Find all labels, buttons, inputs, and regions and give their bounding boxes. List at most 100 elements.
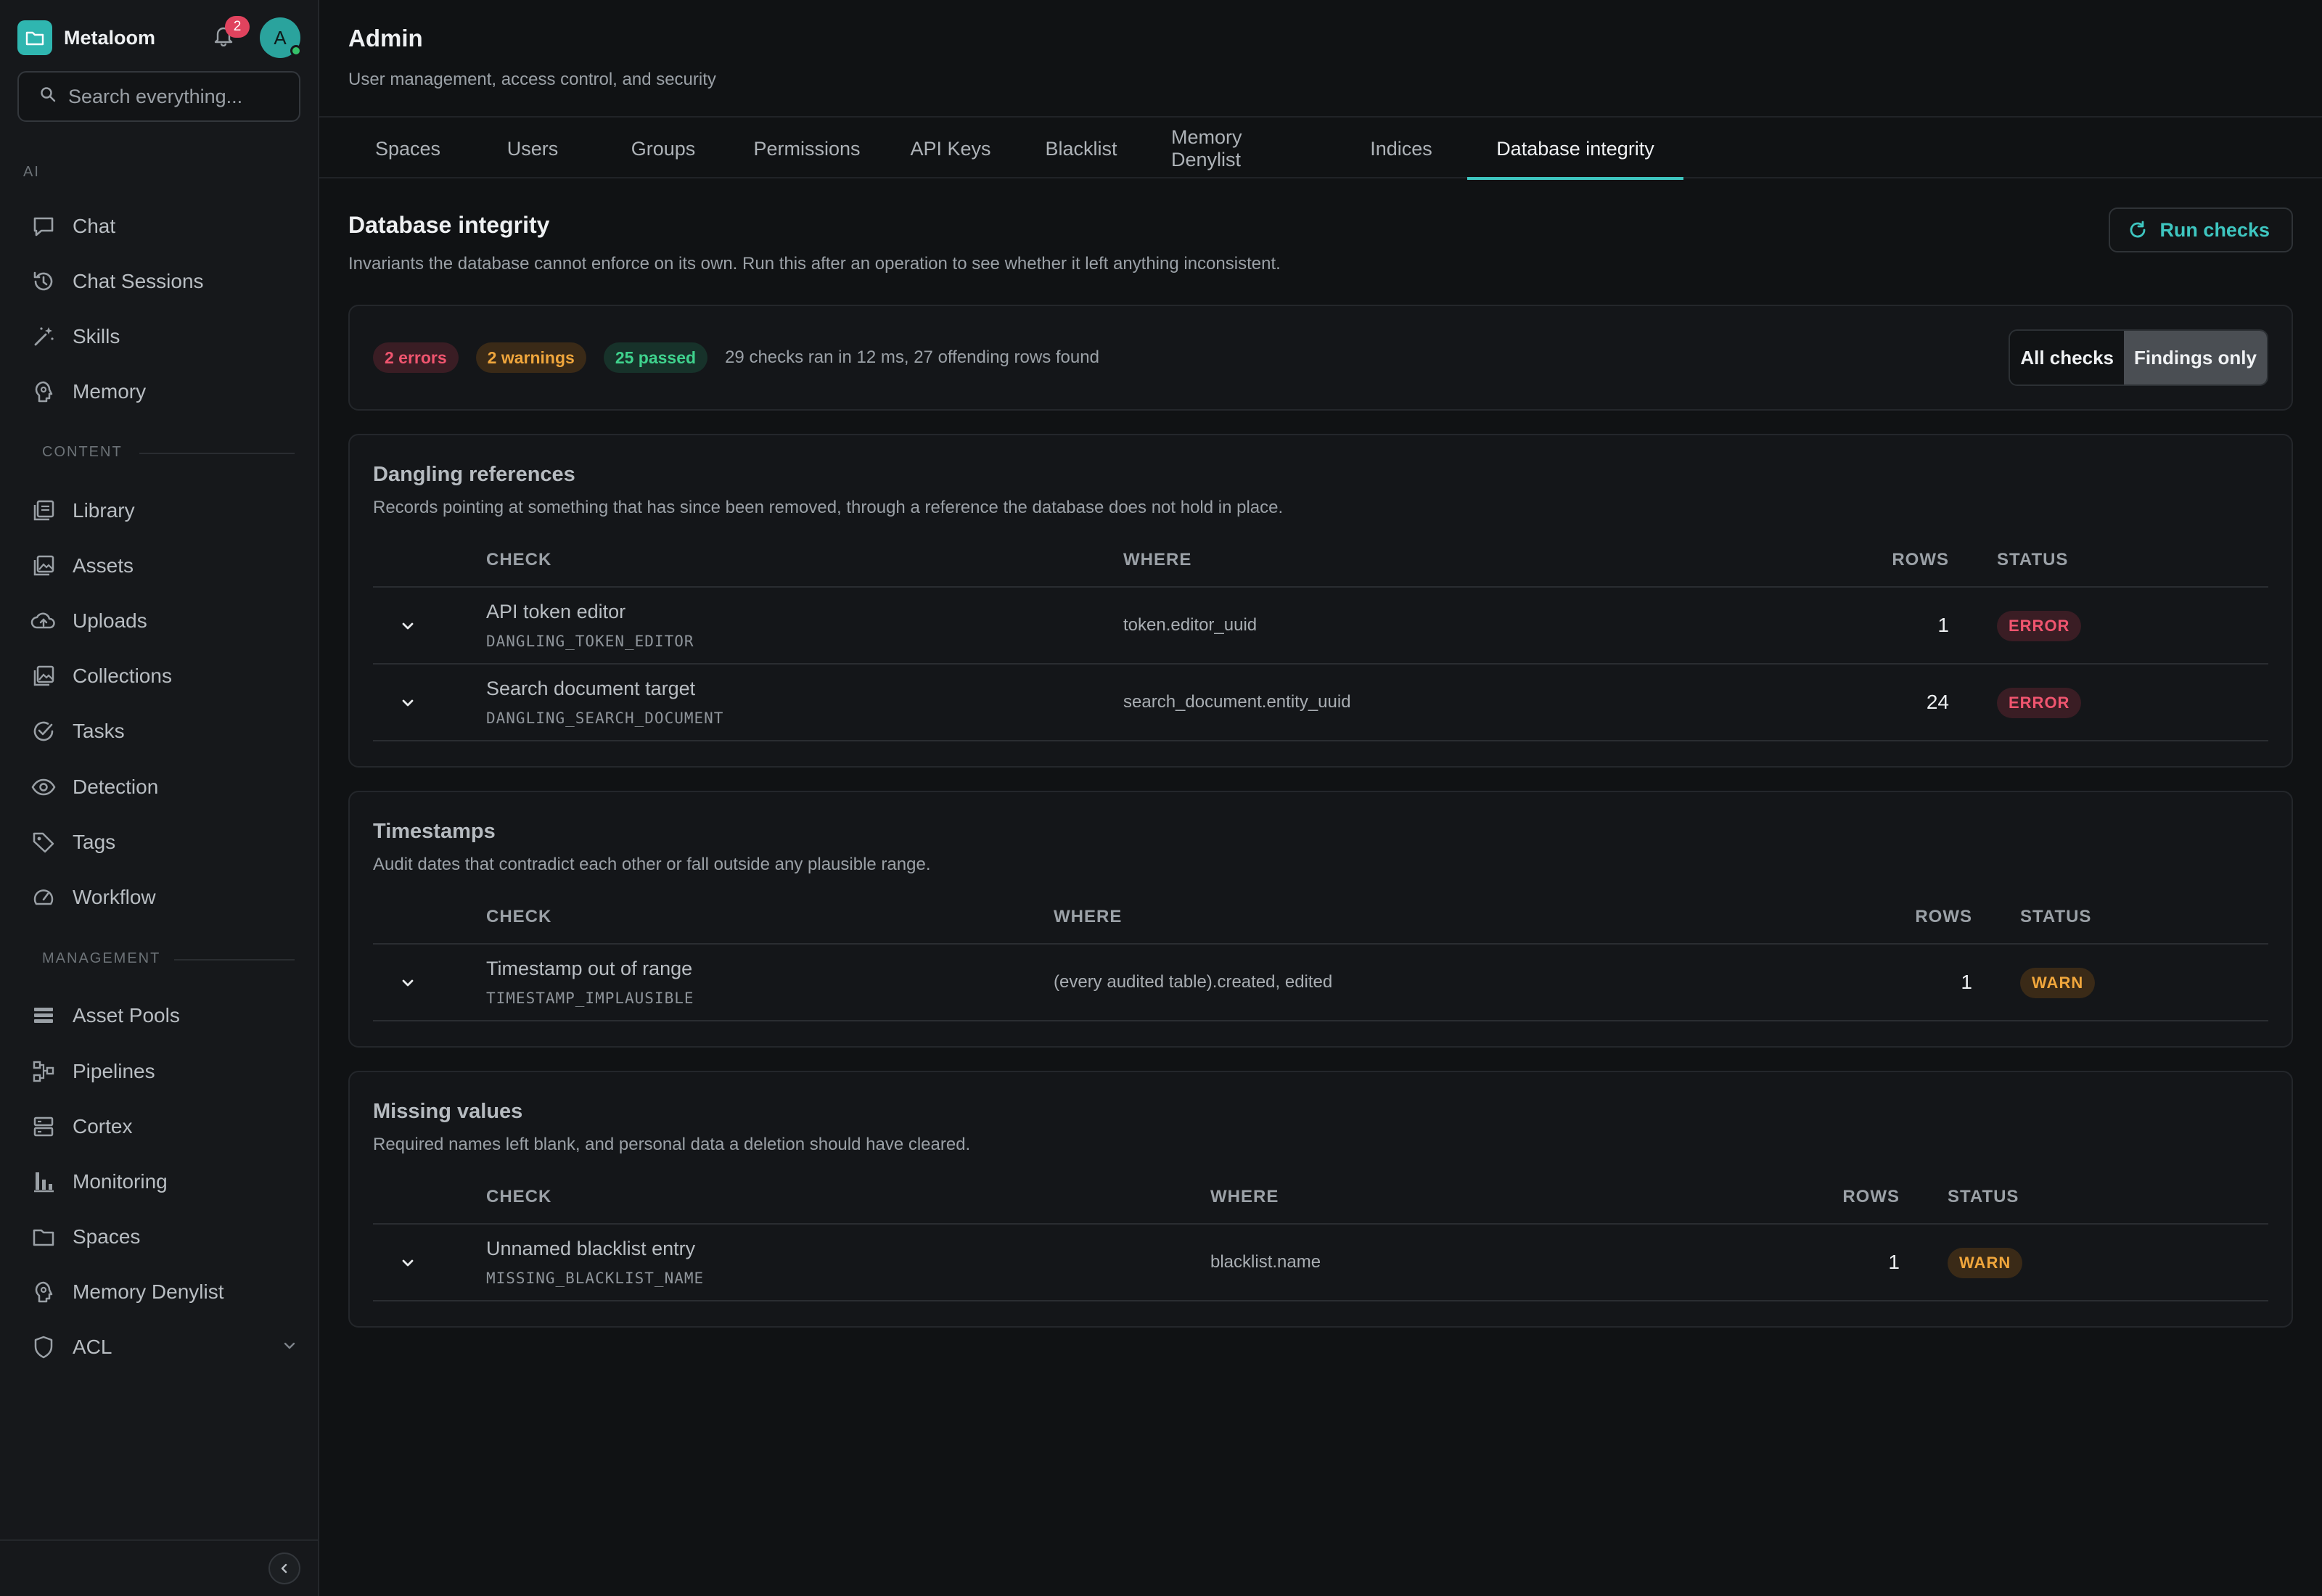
chat-icon bbox=[29, 212, 58, 241]
group-title: Timestamps bbox=[373, 820, 496, 843]
chevron-down-icon[interactable] bbox=[282, 1336, 298, 1359]
sidebar-item-library[interactable]: Library bbox=[29, 489, 298, 532]
sidebar-item-asset-pools[interactable]: Asset Pools bbox=[29, 994, 298, 1037]
group-card-dangling-references: Dangling references Records pointing at … bbox=[348, 434, 2293, 768]
all-checks-button[interactable]: All checks bbox=[2010, 331, 2124, 384]
sidebar-item-uploads[interactable]: Uploads bbox=[29, 599, 298, 643]
sidebar-item-label: Cortex bbox=[73, 1115, 133, 1138]
column-header-rows: ROWS bbox=[1892, 550, 1949, 569]
sidebar: Metaloom 2 A AI Chat bbox=[0, 0, 319, 1596]
notification-badge: 2 bbox=[225, 16, 250, 38]
errors-count-badge: 2 errors bbox=[373, 342, 459, 373]
section-label-content: CONTENT bbox=[42, 444, 123, 460]
section-label-management: MANAGEMENT bbox=[42, 950, 161, 966]
main-content: Admin User management, access control, a… bbox=[319, 0, 2322, 1596]
group-description: Audit dates that contradict each other o… bbox=[373, 855, 931, 874]
check-where: search_document.entity_uuid bbox=[1123, 692, 1351, 712]
sidebar-item-skills[interactable]: Skills bbox=[29, 315, 298, 358]
check-name: API token editor bbox=[486, 601, 626, 622]
expand-row-chevron-icon[interactable] bbox=[393, 968, 422, 998]
status-badge: WARN bbox=[1948, 1248, 2023, 1278]
table-row[interactable]: Search document target DANGLING_SEARCH_D… bbox=[373, 665, 2268, 741]
sidebar-item-label: Spaces bbox=[73, 1225, 141, 1248]
column-header-check: CHECK bbox=[486, 1187, 552, 1206]
check-row-count: 1 bbox=[1888, 1251, 1900, 1273]
tab-permissions[interactable]: Permissions bbox=[729, 119, 885, 178]
check-code: DANGLING_TOKEN_EDITOR bbox=[486, 633, 694, 650]
section-label-ai: AI bbox=[23, 164, 40, 180]
column-header-check: CHECK bbox=[486, 550, 552, 569]
table-row[interactable]: Unnamed blacklist entry MISSING_BLACKLIS… bbox=[373, 1225, 2268, 1301]
brand-row: Metaloom 2 A bbox=[17, 16, 302, 58]
sidebar-item-chat[interactable]: Chat bbox=[29, 205, 298, 248]
pipeline-icon bbox=[29, 1057, 58, 1086]
sidebar-item-collections[interactable]: Collections bbox=[29, 654, 298, 698]
check-name: Search document target bbox=[486, 678, 696, 699]
run-checks-label: Run checks bbox=[2159, 218, 2270, 241]
tab-memory-denylist[interactable]: Memory Denylist bbox=[1146, 119, 1335, 178]
sidebar-item-detection[interactable]: Detection bbox=[29, 765, 298, 809]
group-description: Required names left blank, and personal … bbox=[373, 1135, 971, 1154]
sidebar-item-pipelines[interactable]: Pipelines bbox=[29, 1050, 298, 1093]
sidebar-item-label: Memory Denylist bbox=[73, 1280, 224, 1303]
tab-users[interactable]: Users bbox=[467, 119, 598, 178]
brand-name[interactable]: Metaloom bbox=[64, 27, 155, 49]
run-checks-button[interactable]: Run checks bbox=[2109, 207, 2293, 252]
sidebar-item-label: Detection bbox=[73, 776, 159, 798]
sidebar-item-spaces[interactable]: Spaces bbox=[29, 1215, 298, 1259]
check-where: blacklist.name bbox=[1210, 1252, 1321, 1272]
summary-text: 29 checks ran in 12 ms, 27 offending row… bbox=[725, 347, 1099, 367]
pool-icon bbox=[29, 1001, 58, 1030]
group-card-timestamps: Timestamps Audit dates that contradict e… bbox=[348, 791, 2293, 1048]
check-where: (every audited table).created, edited bbox=[1054, 972, 1333, 992]
search-input[interactable] bbox=[68, 85, 286, 108]
cloud-upload-icon bbox=[29, 606, 58, 635]
sidebar-item-tags[interactable]: Tags bbox=[29, 820, 298, 864]
table-row[interactable]: Timestamp out of range TIMESTAMP_IMPLAUS… bbox=[373, 945, 2268, 1021]
column-header-status: STATUS bbox=[1948, 1187, 2019, 1206]
expand-row-chevron-icon[interactable] bbox=[393, 688, 422, 717]
section-description: Invariants the database cannot enforce o… bbox=[348, 254, 1281, 273]
status-badge: WARN bbox=[2020, 968, 2096, 998]
check-row-count: 1 bbox=[1937, 614, 1949, 636]
sidebar-item-cortex[interactable]: Cortex bbox=[29, 1105, 298, 1148]
table-header: CHECK WHERE ROWS STATUS bbox=[373, 1167, 2268, 1225]
avatar[interactable]: A bbox=[260, 17, 302, 58]
expand-row-chevron-icon[interactable] bbox=[393, 612, 422, 641]
tab-api-keys[interactable]: API Keys bbox=[885, 119, 1016, 178]
section-divider bbox=[139, 453, 295, 454]
sidebar-item-acl[interactable]: ACL bbox=[29, 1325, 298, 1369]
sidebar-item-label: ACL bbox=[73, 1336, 112, 1358]
expand-row-chevron-icon[interactable] bbox=[393, 1249, 422, 1278]
notifications-button[interactable]: 2 bbox=[206, 16, 250, 55]
table-row[interactable]: API token editor DANGLING_TOKEN_EDITOR t… bbox=[373, 588, 2268, 665]
search-box[interactable] bbox=[17, 71, 300, 122]
library-icon bbox=[29, 496, 58, 525]
collapse-sidebar-button[interactable] bbox=[268, 1552, 300, 1584]
sidebar-item-label: Monitoring bbox=[73, 1170, 168, 1193]
sidebar-item-memory[interactable]: Memory bbox=[29, 370, 298, 414]
tab-database-integrity[interactable]: Database integrity bbox=[1467, 119, 1683, 180]
tab-groups[interactable]: Groups bbox=[598, 119, 729, 178]
tab-indices[interactable]: Indices bbox=[1335, 119, 1467, 178]
admin-tabs: Spaces Users Groups Permissions API Keys… bbox=[319, 119, 2322, 180]
table-header: CHECK WHERE ROWS STATUS bbox=[373, 887, 2268, 945]
sidebar-item-tasks[interactable]: Tasks bbox=[29, 709, 298, 753]
sidebar-item-chat-sessions[interactable]: Chat Sessions bbox=[29, 260, 298, 303]
server-icon bbox=[29, 1112, 58, 1141]
sidebar-item-assets[interactable]: Assets bbox=[29, 544, 298, 588]
refresh-icon bbox=[2128, 220, 2148, 240]
check-row-count: 1 bbox=[1961, 971, 1972, 993]
tab-spaces[interactable]: Spaces bbox=[348, 119, 467, 178]
sidebar-item-workflow[interactable]: Workflow bbox=[29, 876, 298, 919]
folder-logo-icon[interactable] bbox=[17, 20, 52, 55]
sidebar-item-memory-denylist[interactable]: Memory Denylist bbox=[29, 1270, 298, 1314]
sidebar-item-label: Uploads bbox=[73, 609, 147, 632]
warnings-count-badge: 2 warnings bbox=[475, 342, 586, 373]
tab-blacklist[interactable]: Blacklist bbox=[1016, 119, 1146, 178]
sidebar-item-monitoring[interactable]: Monitoring bbox=[29, 1160, 298, 1204]
findings-only-button[interactable]: Findings only bbox=[2124, 331, 2267, 384]
collections-icon bbox=[29, 662, 58, 691]
gauge-icon bbox=[29, 883, 58, 912]
column-header-rows: ROWS bbox=[1842, 1187, 1900, 1206]
